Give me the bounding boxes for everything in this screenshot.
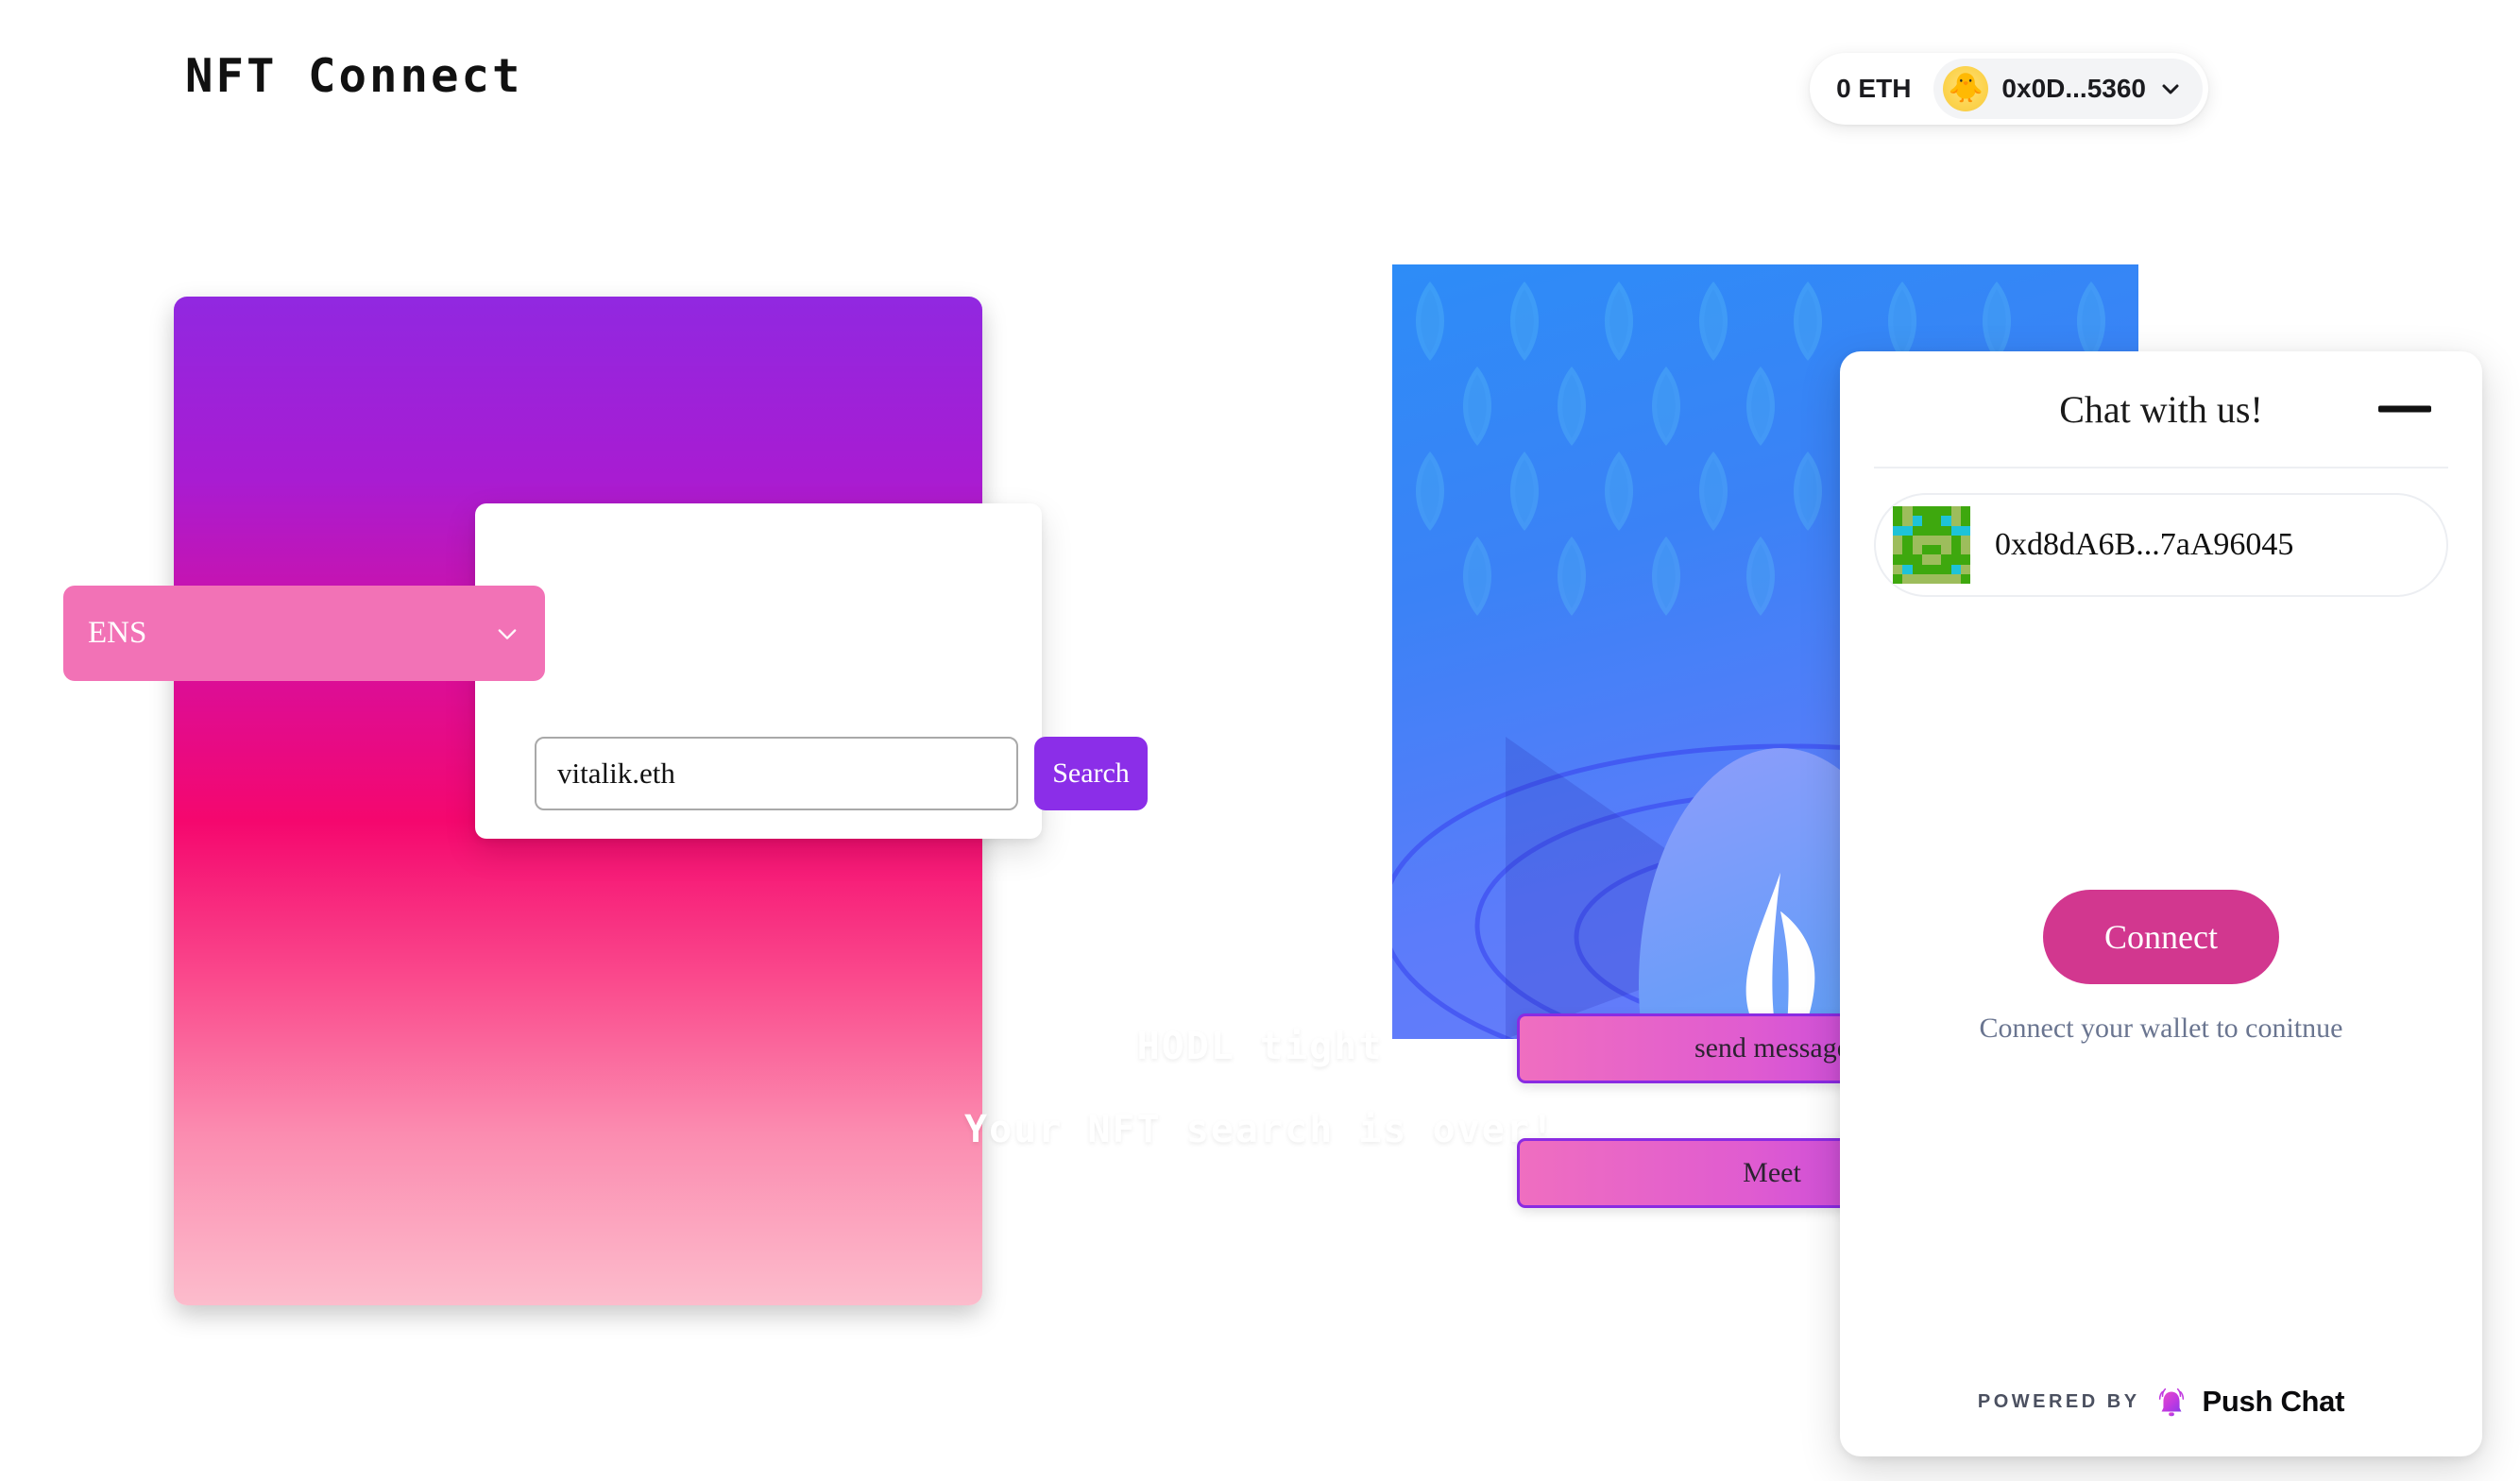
chevron-down-icon — [498, 628, 517, 639]
wallet-address-label: 0x0D...5360 — [2001, 74, 2146, 103]
connect-hint-text: Connect your wallet to conitnue — [1979, 1013, 2343, 1044]
name-service-select-value: ENS — [88, 616, 147, 650]
chat-header: Chat with us! — [1840, 351, 2482, 467]
chevron-down-icon — [2162, 84, 2179, 94]
wallet-address-button[interactable]: 🐥 0x0D...5360 — [1933, 59, 2203, 119]
chat-widget: Chat with us! 0xd8dA6B...7aA96045 Connec… — [1840, 351, 2482, 1456]
chat-divider — [1874, 467, 2448, 468]
chat-contact-address: 0xd8dA6B...7aA96045 — [1995, 527, 2294, 562]
chat-footer: POWERED BY Push Chat — [1840, 1347, 2482, 1456]
page-title: NFT Connect — [185, 49, 523, 103]
blockie-avatar-icon — [1893, 506, 1970, 584]
push-bell-icon — [2158, 1387, 2184, 1417]
chick-emoji-icon: 🐥 — [1943, 66, 1989, 111]
minimize-icon[interactable] — [2378, 405, 2431, 413]
chat-title: Chat with us! — [2059, 387, 2263, 431]
connect-wallet-button[interactable]: Connect — [2043, 890, 2279, 984]
chat-message-area: Connect Connect your wallet to conitnue — [1840, 597, 2482, 1347]
app-root: NFT Connect 0 ETH 🐥 0x0D...5360 HODL tig… — [0, 0, 2520, 1481]
wallet-pill[interactable]: 0 ETH 🐥 0x0D...5360 — [1810, 53, 2208, 125]
powered-by-label: POWERED BY — [1977, 1390, 2140, 1412]
push-chat-brand: Push Chat — [2202, 1385, 2345, 1418]
name-service-select[interactable]: ENS — [63, 586, 545, 681]
search-button[interactable]: Search — [1034, 737, 1148, 810]
chat-contact-item[interactable]: 0xd8dA6B...7aA96045 — [1874, 493, 2448, 597]
search-input[interactable] — [535, 737, 1018, 810]
eth-balance: 0 ETH — [1836, 74, 1912, 103]
